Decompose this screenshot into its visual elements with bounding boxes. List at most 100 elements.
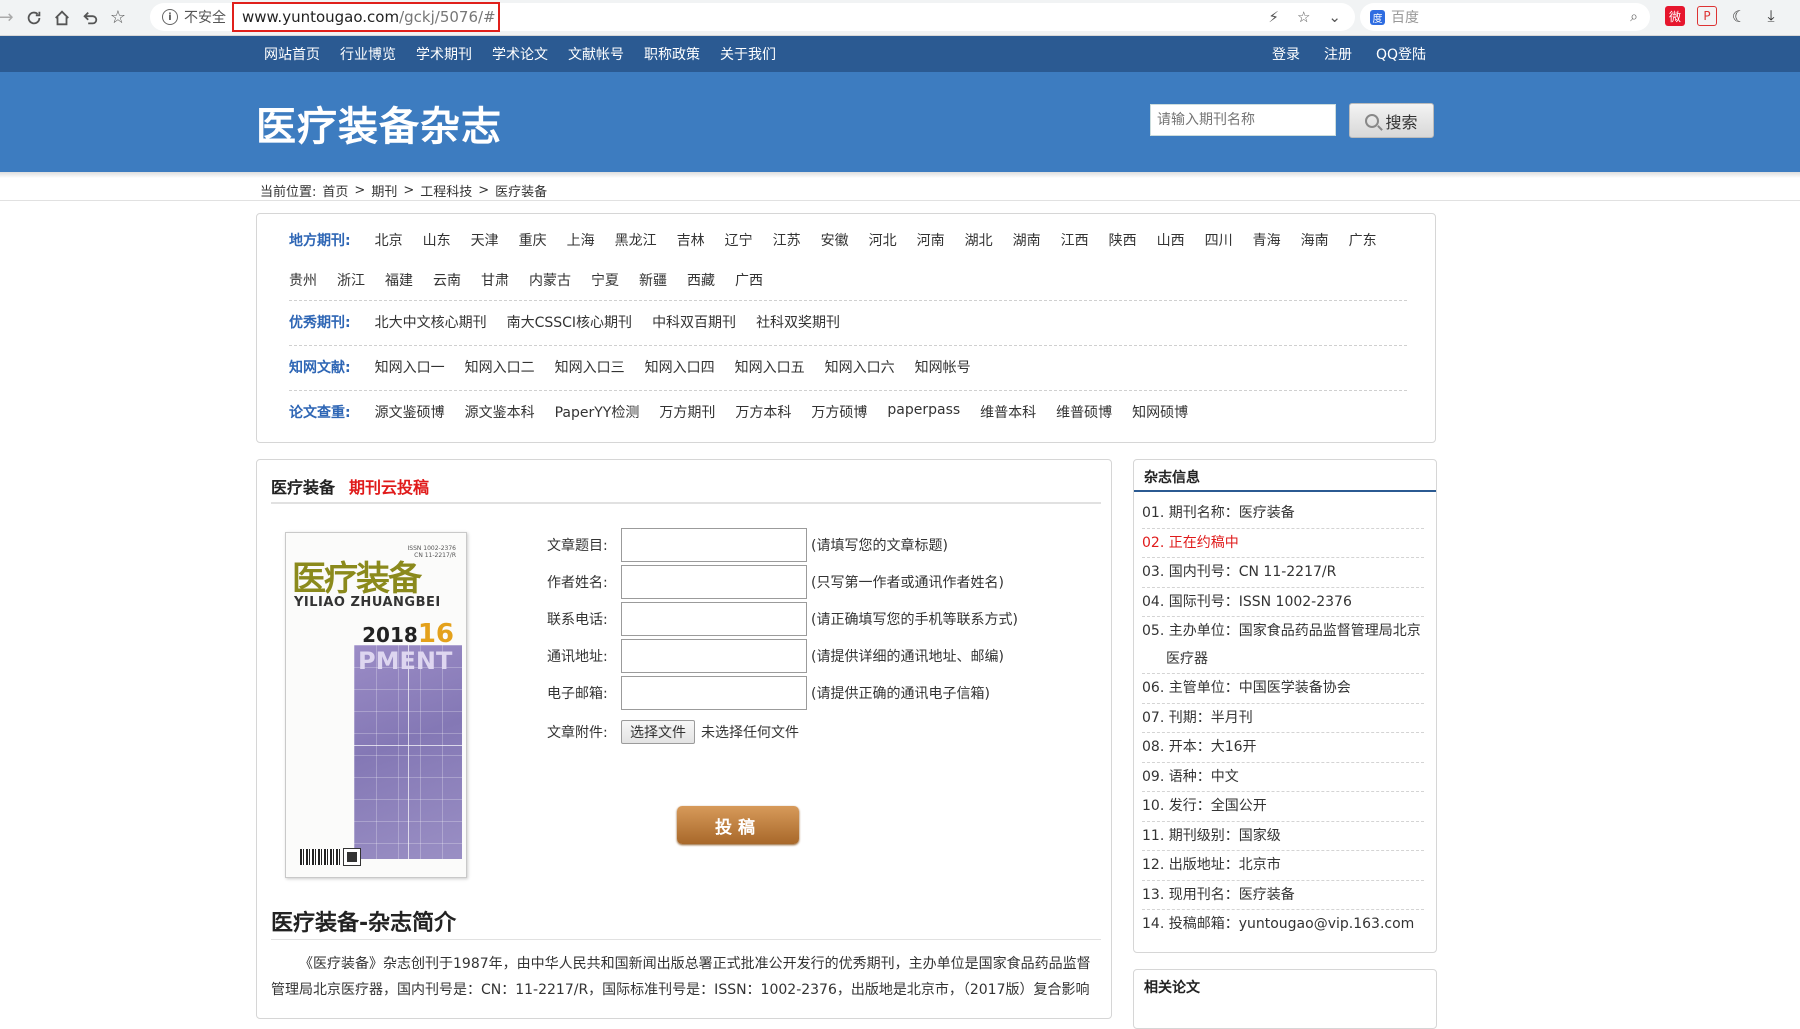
local-journal-link[interactable]: 湖南	[1013, 230, 1041, 250]
local-journal-link[interactable]: 内蒙古	[529, 270, 571, 290]
forward-icon[interactable]: →	[0, 4, 20, 32]
submit-button[interactable]: 投稿	[677, 806, 799, 844]
local-journal-link[interactable]: 浙江	[337, 270, 365, 290]
plagiarism-check-link[interactable]: 知网硕博	[1132, 402, 1188, 422]
search-icon[interactable]: ⌕	[1630, 9, 1638, 25]
nav-title-policy[interactable]: 职称政策	[644, 44, 700, 64]
plagiarism-check-link[interactable]: 维普硕博	[1056, 402, 1112, 422]
info-icon[interactable]: i	[162, 9, 178, 25]
local-journal-link[interactable]: 海南	[1301, 230, 1329, 250]
excellent-journal-link[interactable]: 社科双奖期刊	[756, 312, 840, 332]
title-hint: (请填写您的文章标题)	[811, 538, 948, 554]
cover-line	[354, 745, 462, 746]
pdf-extension-icon[interactable]: P	[1697, 6, 1717, 26]
weibo-extension-icon[interactable]: 微	[1665, 6, 1685, 26]
nav-journals[interactable]: 学术期刊	[416, 44, 472, 64]
local-journal-link[interactable]: 河北	[869, 230, 897, 250]
favorite-star-icon[interactable]: ☆	[1297, 8, 1310, 26]
title-label: 文章题目:	[547, 538, 608, 554]
plagiarism-check-link[interactable]: 万方硕博	[811, 402, 867, 422]
local-journal-link[interactable]: 河南	[917, 230, 945, 250]
plagiarism-check-link[interactable]: 万方期刊	[659, 402, 715, 422]
local-journal-link[interactable]: 广东	[1349, 230, 1377, 250]
address-label: 通讯地址:	[547, 649, 608, 665]
nav-home[interactable]: 网站首页	[264, 44, 320, 64]
breadcrumb-engineering[interactable]: 工程科技	[420, 181, 472, 200]
author-name-input[interactable]	[621, 565, 807, 599]
bookmark-star-icon[interactable]: ☆	[104, 4, 132, 32]
info-item-call-for-papers[interactable]: 02. 正在约稿中	[1142, 529, 1424, 558]
plagiarism-check-link[interactable]: PaperYY检测	[555, 402, 640, 422]
cnki-entry-link[interactable]: 知网入口六	[825, 357, 895, 377]
cloud-submission-tag[interactable]: 期刊云投稿	[349, 474, 429, 498]
excellent-journal-link[interactable]: 南大CSSCI核心期刊	[507, 312, 632, 332]
phone-input[interactable]	[621, 602, 807, 636]
breadcrumb-home[interactable]: 首页	[322, 181, 348, 200]
dark-mode-icon[interactable]: ☾	[1729, 6, 1749, 26]
email-input[interactable]	[621, 676, 807, 710]
local-journal-link[interactable]: 云南	[433, 270, 461, 290]
local-journal-link[interactable]: 宁夏	[591, 270, 619, 290]
breadcrumb-journals[interactable]: 期刊	[371, 181, 397, 200]
author-label: 作者姓名:	[547, 575, 608, 591]
cnki-entry-link[interactable]: 知网入口二	[465, 357, 535, 377]
local-journal-link[interactable]: 山西	[1157, 230, 1185, 250]
undo-icon[interactable]	[76, 4, 104, 32]
excellent-journal-link[interactable]: 中科双百期刊	[652, 312, 736, 332]
url-field[interactable]: www.yuntougao.com/gckj/5076/#	[232, 2, 500, 32]
local-journal-link[interactable]: 贵州	[289, 270, 317, 290]
local-journal-link[interactable]: 广西	[735, 270, 763, 290]
local-journal-link[interactable]: 青海	[1253, 230, 1281, 250]
local-journal-link[interactable]: 辽宁	[725, 230, 753, 250]
nav-industry[interactable]: 行业博览	[340, 44, 396, 64]
address-bar[interactable]: i 不安全 www.yuntougao.com/gckj/5076/# ⚡ ☆ …	[150, 2, 1355, 32]
local-journal-link[interactable]: 北京	[375, 230, 403, 250]
home-icon[interactable]	[48, 4, 76, 32]
local-journal-link[interactable]: 吉林	[677, 230, 705, 250]
breadcrumb-current[interactable]: 医疗装备	[495, 181, 547, 200]
cnki-entry-link[interactable]: 知网入口一	[375, 357, 445, 377]
cnki-entry-link[interactable]: 知网帐号	[915, 357, 971, 377]
local-journal-link[interactable]: 山东	[423, 230, 451, 250]
cover-title: 医疗装备	[292, 559, 422, 599]
login-link[interactable]: 登录	[1272, 44, 1300, 64]
journal-search-input[interactable]	[1150, 104, 1336, 136]
choose-file-button[interactable]: 选择文件	[621, 720, 695, 744]
lightning-icon[interactable]: ⚡	[1268, 8, 1279, 26]
register-link[interactable]: 注册	[1324, 44, 1352, 64]
local-journal-link[interactable]: 天津	[471, 230, 499, 250]
plagiarism-check-link[interactable]: 维普本科	[980, 402, 1036, 422]
cnki-entry-link[interactable]: 知网入口三	[555, 357, 625, 377]
plagiarism-check-link[interactable]: 源文鉴本科	[465, 402, 535, 422]
browser-search-bar[interactable]: 度 百度 ⌕	[1360, 3, 1650, 31]
local-journal-link[interactable]: 四川	[1205, 230, 1233, 250]
local-journal-link[interactable]: 西藏	[687, 270, 715, 290]
local-journal-link[interactable]: 陕西	[1109, 230, 1137, 250]
plagiarism-check-link[interactable]: paperpass	[887, 402, 960, 422]
cnki-entry-link[interactable]: 知网入口四	[645, 357, 715, 377]
nav-about[interactable]: 关于我们	[720, 44, 776, 64]
local-journal-link[interactable]: 江苏	[773, 230, 801, 250]
download-icon[interactable]: ⤓	[1761, 6, 1781, 26]
cnki-entry-link[interactable]: 知网入口五	[735, 357, 805, 377]
excellent-journal-link[interactable]: 北大中文核心期刊	[375, 312, 487, 332]
address-input[interactable]	[621, 639, 807, 673]
local-journal-link[interactable]: 湖北	[965, 230, 993, 250]
local-journal-link[interactable]: 重庆	[519, 230, 547, 250]
local-journal-link[interactable]: 福建	[385, 270, 413, 290]
reload-icon[interactable]	[20, 4, 48, 32]
qq-login-link[interactable]: QQ登陆	[1376, 44, 1426, 64]
nav-literature-accounts[interactable]: 文献帐号	[568, 44, 624, 64]
plagiarism-check-link[interactable]: 源文鉴硕博	[375, 402, 445, 422]
nav-papers[interactable]: 学术论文	[492, 44, 548, 64]
local-journal-link[interactable]: 甘肃	[481, 270, 509, 290]
journal-search-button[interactable]: 搜索	[1349, 103, 1434, 138]
local-journal-link[interactable]: 新疆	[639, 270, 667, 290]
local-journal-link[interactable]: 安徽	[821, 230, 849, 250]
local-journal-link[interactable]: 上海	[567, 230, 595, 250]
article-title-input[interactable]	[621, 528, 807, 562]
local-journal-link[interactable]: 江西	[1061, 230, 1089, 250]
chevron-down-icon[interactable]: ⌄	[1328, 8, 1341, 26]
local-journal-link[interactable]: 黑龙江	[615, 230, 657, 250]
plagiarism-check-link[interactable]: 万方本科	[735, 402, 791, 422]
